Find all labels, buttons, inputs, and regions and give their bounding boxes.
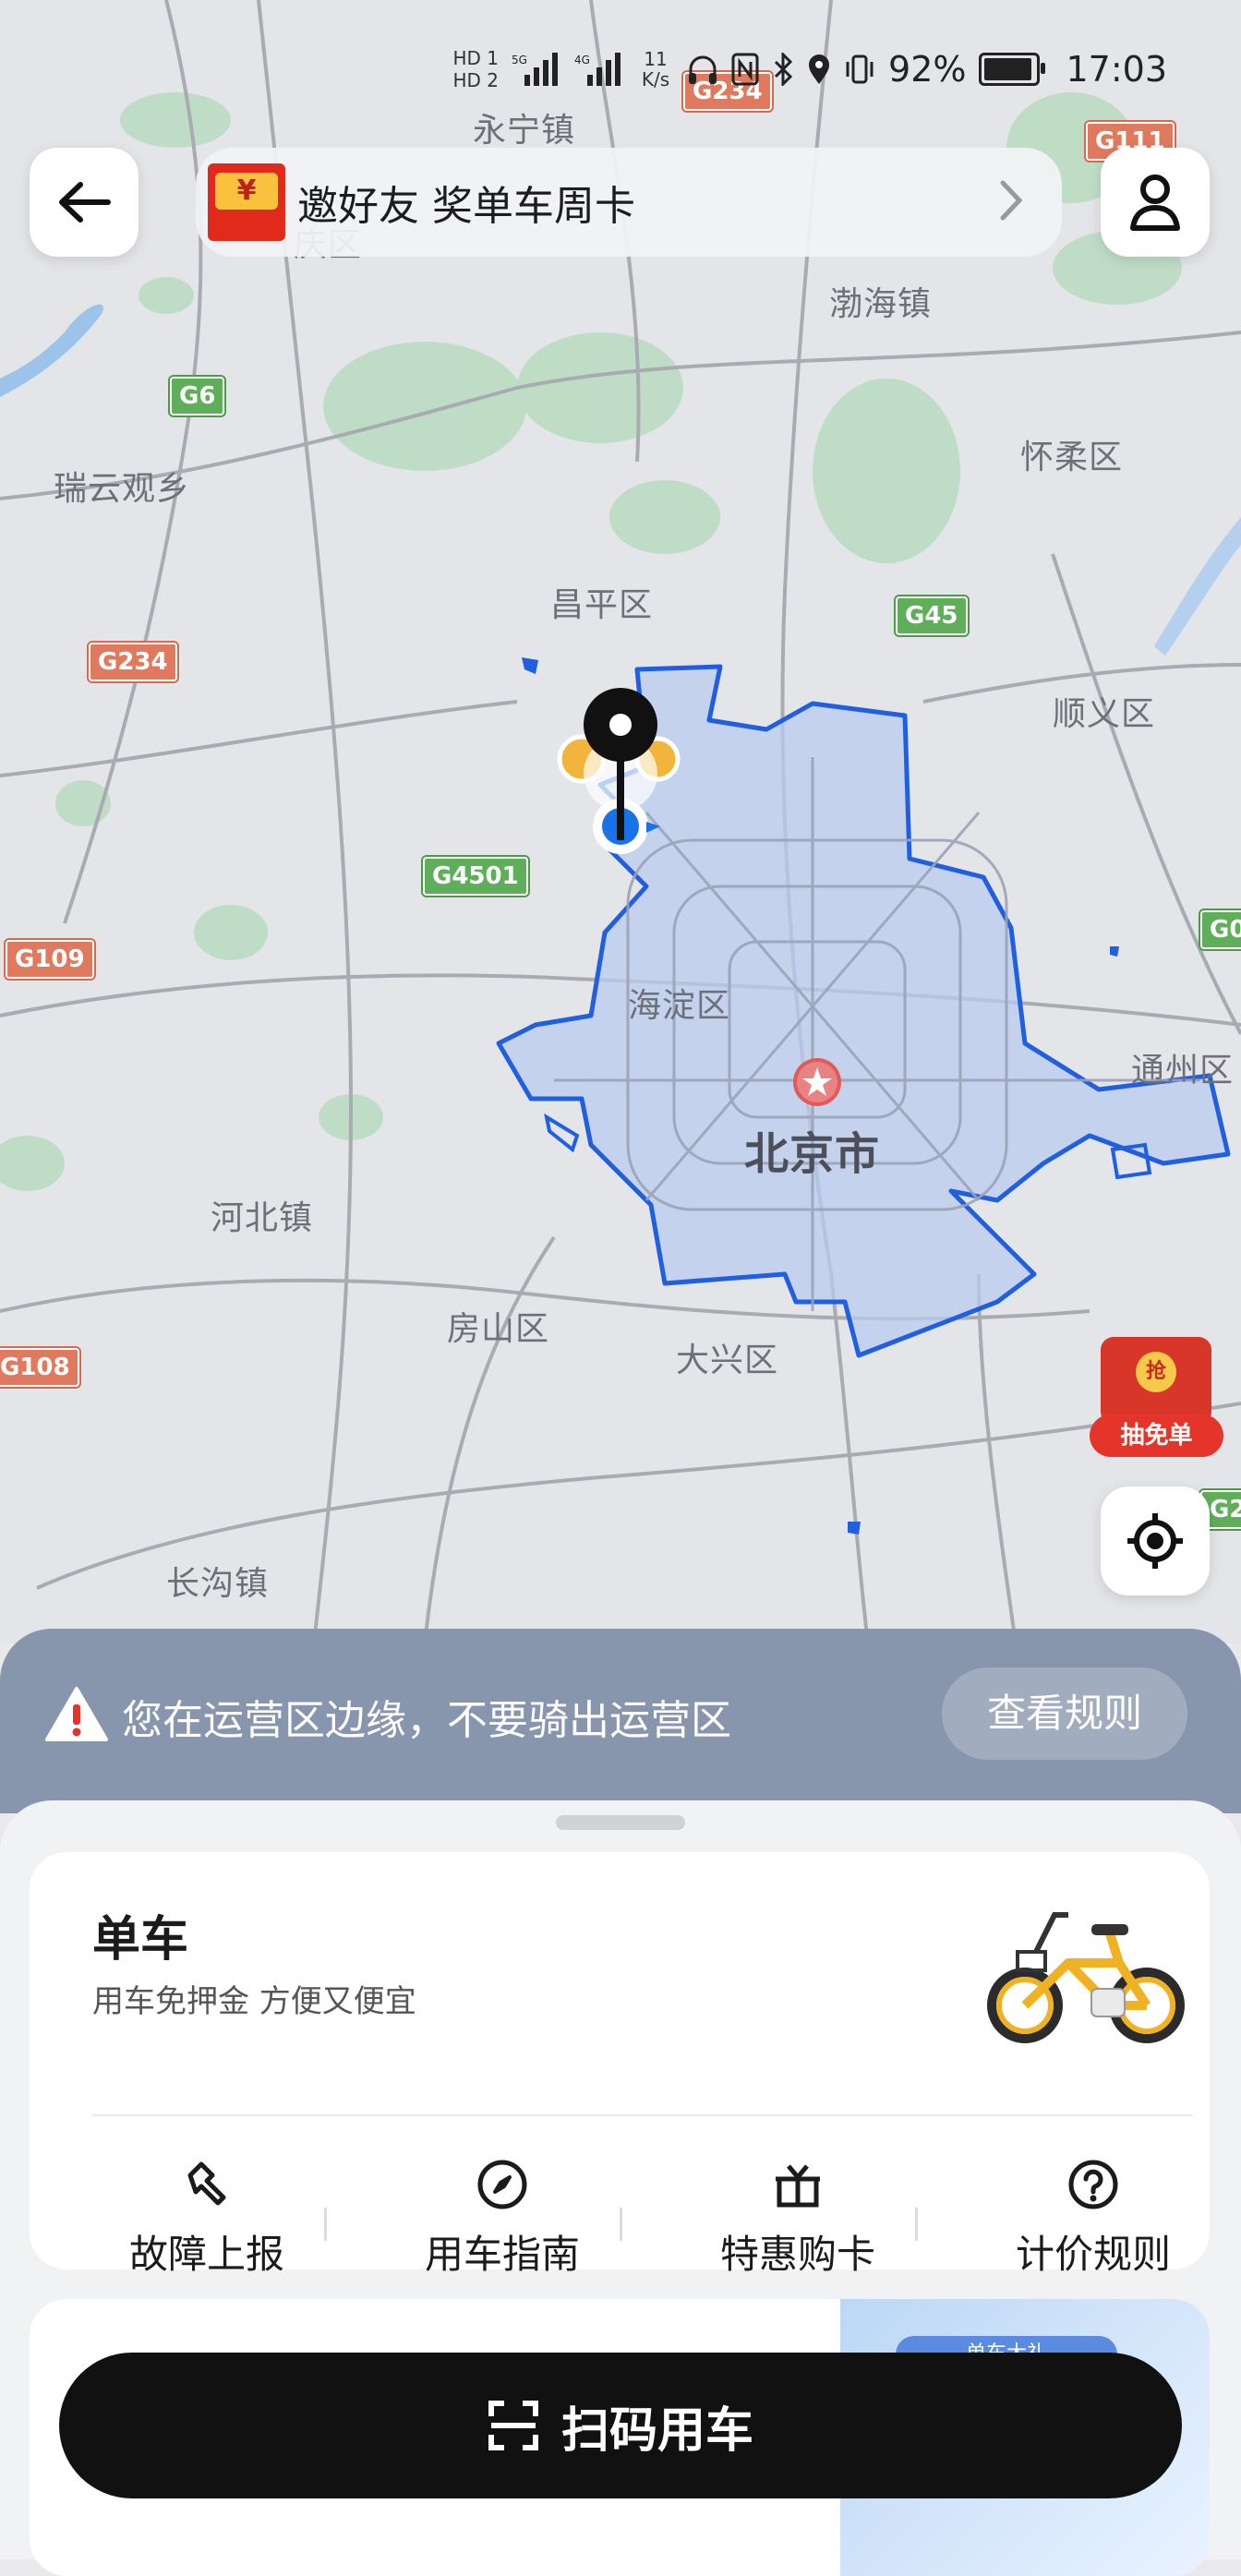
place-label: 海淀区 (628, 987, 731, 1025)
invite-banner-text: 邀好友 奖单车周卡 (297, 183, 635, 230)
bike-card-subtitle: 用车免押金 方便又便宜 (92, 1983, 416, 2020)
place-label: 怀柔区 (1020, 439, 1124, 476)
signal-4g-icon: 4G (574, 53, 621, 86)
battery-icon (979, 53, 1046, 86)
lottery-box-icon: 抢 (1101, 1337, 1211, 1425)
action-label: 特惠购卡 (719, 2232, 875, 2277)
action-label: 计价规则 (1015, 2232, 1171, 2277)
lottery-label: 抽免单 (1090, 1414, 1223, 1457)
place-label: 昌平区 (550, 586, 654, 624)
place-label: 瑞云观乡 (54, 470, 191, 508)
road-shield: G108 (0, 1348, 79, 1387)
location-icon (809, 54, 830, 84)
back-button[interactable] (30, 148, 139, 257)
compass-icon (477, 2160, 527, 2209)
sheet-handle[interactable] (556, 1815, 685, 1830)
action-label: 用车指南 (424, 2232, 580, 2277)
red-packet-icon: ¥ (208, 163, 285, 241)
invite-banner[interactable]: 邀好友 奖单车周卡 (196, 148, 1062, 257)
road-shield: G4501 (423, 857, 528, 896)
city-label: 北京市 (744, 1128, 881, 1180)
place-label: 通州区 (1131, 1052, 1235, 1089)
road-shield: G6 (170, 377, 225, 415)
network-speed: 11 K/s (641, 48, 670, 90)
buy-card-button[interactable]: 特惠购卡 (650, 2157, 946, 2280)
lottery-chip: 抢 (1136, 1352, 1176, 1392)
free-ride-lottery[interactable]: 抢 抽免单 (1090, 1330, 1223, 1459)
road-shield: G109 (6, 940, 94, 979)
place-label: 大兴区 (676, 1342, 779, 1379)
back-arrow-icon (59, 182, 111, 223)
separator (620, 2208, 622, 2241)
bike-card-title: 单车 (92, 1912, 189, 1968)
scan-to-ride-button[interactable]: 扫码用车 (59, 2353, 1182, 2498)
sim1-tag: HD 1 (452, 47, 500, 69)
crosshair-icon (1127, 1513, 1183, 1569)
place-label: 顺义区 (1053, 695, 1156, 733)
view-rules-button[interactable]: 查看规则 (942, 1667, 1187, 1760)
ride-guide-button[interactable]: 用车指南 (355, 2157, 650, 2280)
location-pin[interactable] (554, 683, 702, 868)
chevron-right-icon (1000, 180, 1023, 221)
scan-icon (488, 2401, 538, 2450)
svg-text:4G: 4G (574, 54, 590, 66)
status-bar: HD 1 HD 2 5G 4G 11 K/s 92% 17:03 (0, 0, 1241, 138)
place-label: 房山区 (447, 1310, 550, 1348)
road-shield: G45 (896, 596, 968, 635)
battery-percent: 92% (888, 49, 967, 90)
warning-icon (45, 1687, 108, 1741)
sim2-tag: HD 2 (452, 69, 500, 91)
zone-edge-notice: 您在运营区边缘，不要骑出运营区 查看规则 (0, 1629, 1241, 1813)
locate-me-button[interactable] (1101, 1487, 1210, 1595)
bicycle-image (987, 1912, 1185, 2043)
vibrate-icon (846, 54, 874, 84)
clock: 17:03 (1066, 49, 1167, 90)
separator (915, 2208, 918, 2241)
scan-to-ride-label: 扫码用车 (560, 2402, 753, 2459)
place-label: 渤海镇 (829, 285, 933, 323)
road-shield: G0 (1200, 910, 1241, 949)
signal-5g-icon: 5G (512, 53, 559, 86)
nfc-icon (731, 53, 759, 86)
user-icon (1130, 175, 1180, 231)
wrench-icon (187, 2161, 226, 2206)
profile-button[interactable] (1101, 148, 1210, 257)
zone-edge-notice-text: 您在运营区边缘，不要骑出运营区 (122, 1697, 731, 1744)
card-divider (92, 2114, 1193, 2116)
action-label: 故障上报 (128, 2232, 284, 2277)
svg-text:5G: 5G (512, 54, 527, 66)
bluetooth-icon (774, 53, 793, 86)
pricing-rules-button[interactable]: 计价规则 (946, 2157, 1241, 2280)
road-shield: G234 (89, 643, 177, 681)
headphone-icon (689, 55, 717, 84)
place-label: 长沟镇 (166, 1565, 270, 1603)
gift-icon (776, 2164, 820, 2208)
report-fault-button[interactable]: 故障上报 (59, 2157, 355, 2280)
bike-card: 单车 用车免押金 方便又便宜 故障上报 用车指南 特惠购卡 计价规则 (30, 1852, 1210, 2277)
separator (324, 2208, 327, 2241)
place-label: 河北镇 (211, 1199, 314, 1237)
question-icon (1068, 2160, 1118, 2209)
